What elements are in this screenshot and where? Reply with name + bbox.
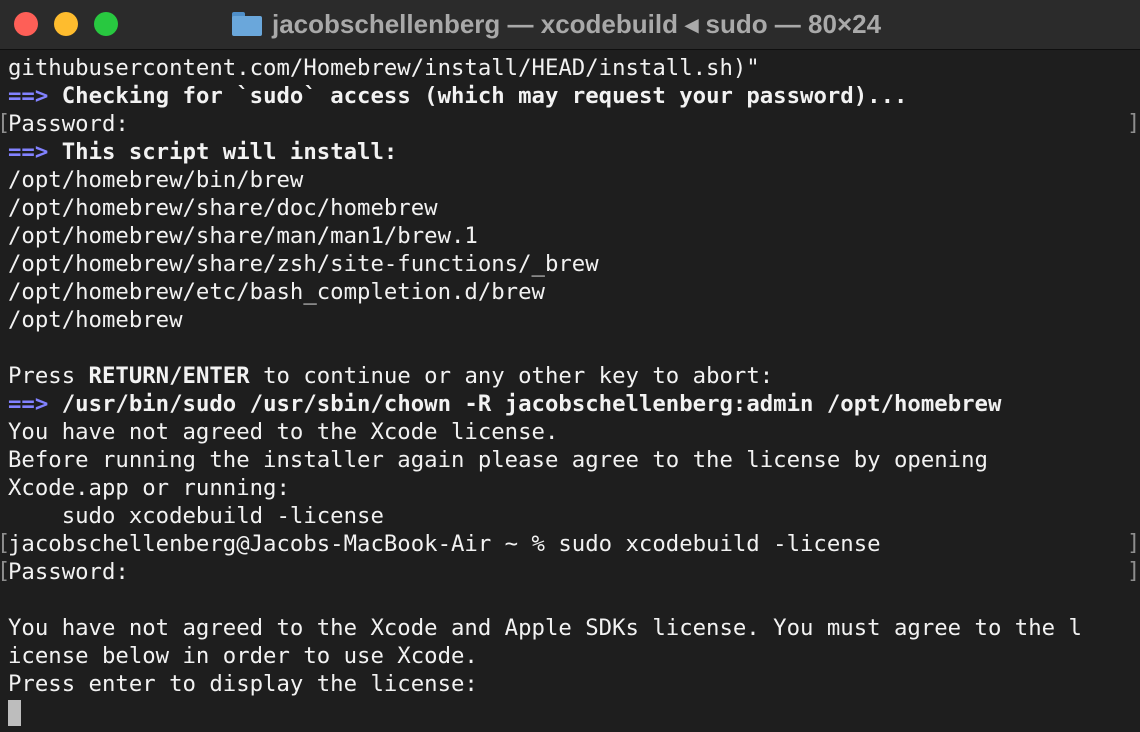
output-text: /usr/bin/sudo /usr/sbin/chown -R jacobsc…	[62, 391, 1002, 417]
output-line: /opt/homebrew/share/man/man1/brew.1	[8, 222, 478, 250]
close-button[interactable]	[14, 12, 38, 36]
zoom-button[interactable]	[94, 12, 118, 36]
output-line: Press RETURN/ENTER to continue or any ot…	[8, 362, 773, 390]
terminal-content[interactable]: githubusercontent.com/Homebrew/install/H…	[0, 50, 1140, 732]
window-title-text: jacobschellenberg — xcodebuild ◂ sudo — …	[272, 9, 881, 40]
line-mark-right: ]	[1127, 110, 1140, 138]
output-text: Checking for `sudo` access (which may re…	[62, 83, 908, 109]
arrow-marker: ==>	[8, 391, 48, 417]
minimize-button[interactable]	[54, 12, 78, 36]
output-key-return: RETURN	[89, 363, 170, 389]
password-prompt: Password:	[8, 558, 129, 586]
output-text: to continue or any other key to abort:	[250, 363, 774, 389]
output-key-sep: /	[169, 363, 182, 389]
output-line: You have not agreed to the Xcode and App…	[8, 614, 1082, 642]
output-key-enter: ENTER	[183, 363, 250, 389]
output-line: Xcode.app or running:	[8, 474, 290, 502]
password-prompt: Password:	[8, 110, 129, 138]
output-text: This script will install:	[62, 139, 398, 165]
output-line: Before running the installer again pleas…	[8, 446, 988, 474]
output-line: ==> This script will install:	[8, 138, 397, 166]
arrow-marker: ==>	[8, 83, 48, 109]
arrow-marker: ==>	[8, 139, 48, 165]
line-mark-right: ]	[1127, 530, 1140, 558]
window-title: jacobschellenberg — xcodebuild ◂ sudo — …	[232, 0, 881, 48]
output-line: ==> Checking for `sudo` access (which ma…	[8, 82, 907, 110]
output-line: You have not agreed to the Xcode license…	[8, 418, 558, 446]
output-line: /opt/homebrew/etc/bash_completion.d/brew	[8, 278, 545, 306]
output-line: /opt/homebrew/share/doc/homebrew	[8, 194, 438, 222]
output-line: icense below in order to use Xcode.	[8, 642, 478, 670]
line-mark-right: ]	[1127, 558, 1140, 586]
title-bar[interactable]: jacobschellenberg — xcodebuild ◂ sudo — …	[0, 0, 1140, 50]
shell-command-line: jacobschellenberg@Jacobs-MacBook-Air ~ %…	[8, 530, 881, 558]
output-line: Press enter to display the license:	[8, 670, 478, 698]
terminal-window: jacobschellenberg — xcodebuild ◂ sudo — …	[0, 0, 1140, 732]
output-text: Press	[8, 363, 89, 389]
output-line: ==> /usr/bin/sudo /usr/sbin/chown -R jac…	[8, 390, 1001, 418]
output-line: githubusercontent.com/Homebrew/install/H…	[8, 54, 760, 82]
output-line: /opt/homebrew/share/zsh/site-functions/_…	[8, 250, 599, 278]
text-cursor[interactable]	[8, 700, 21, 726]
output-line: /opt/homebrew	[8, 306, 183, 334]
output-line: sudo xcodebuild -license	[8, 502, 384, 530]
output-line: /opt/homebrew/bin/brew	[8, 166, 303, 194]
folder-icon	[232, 12, 262, 36]
